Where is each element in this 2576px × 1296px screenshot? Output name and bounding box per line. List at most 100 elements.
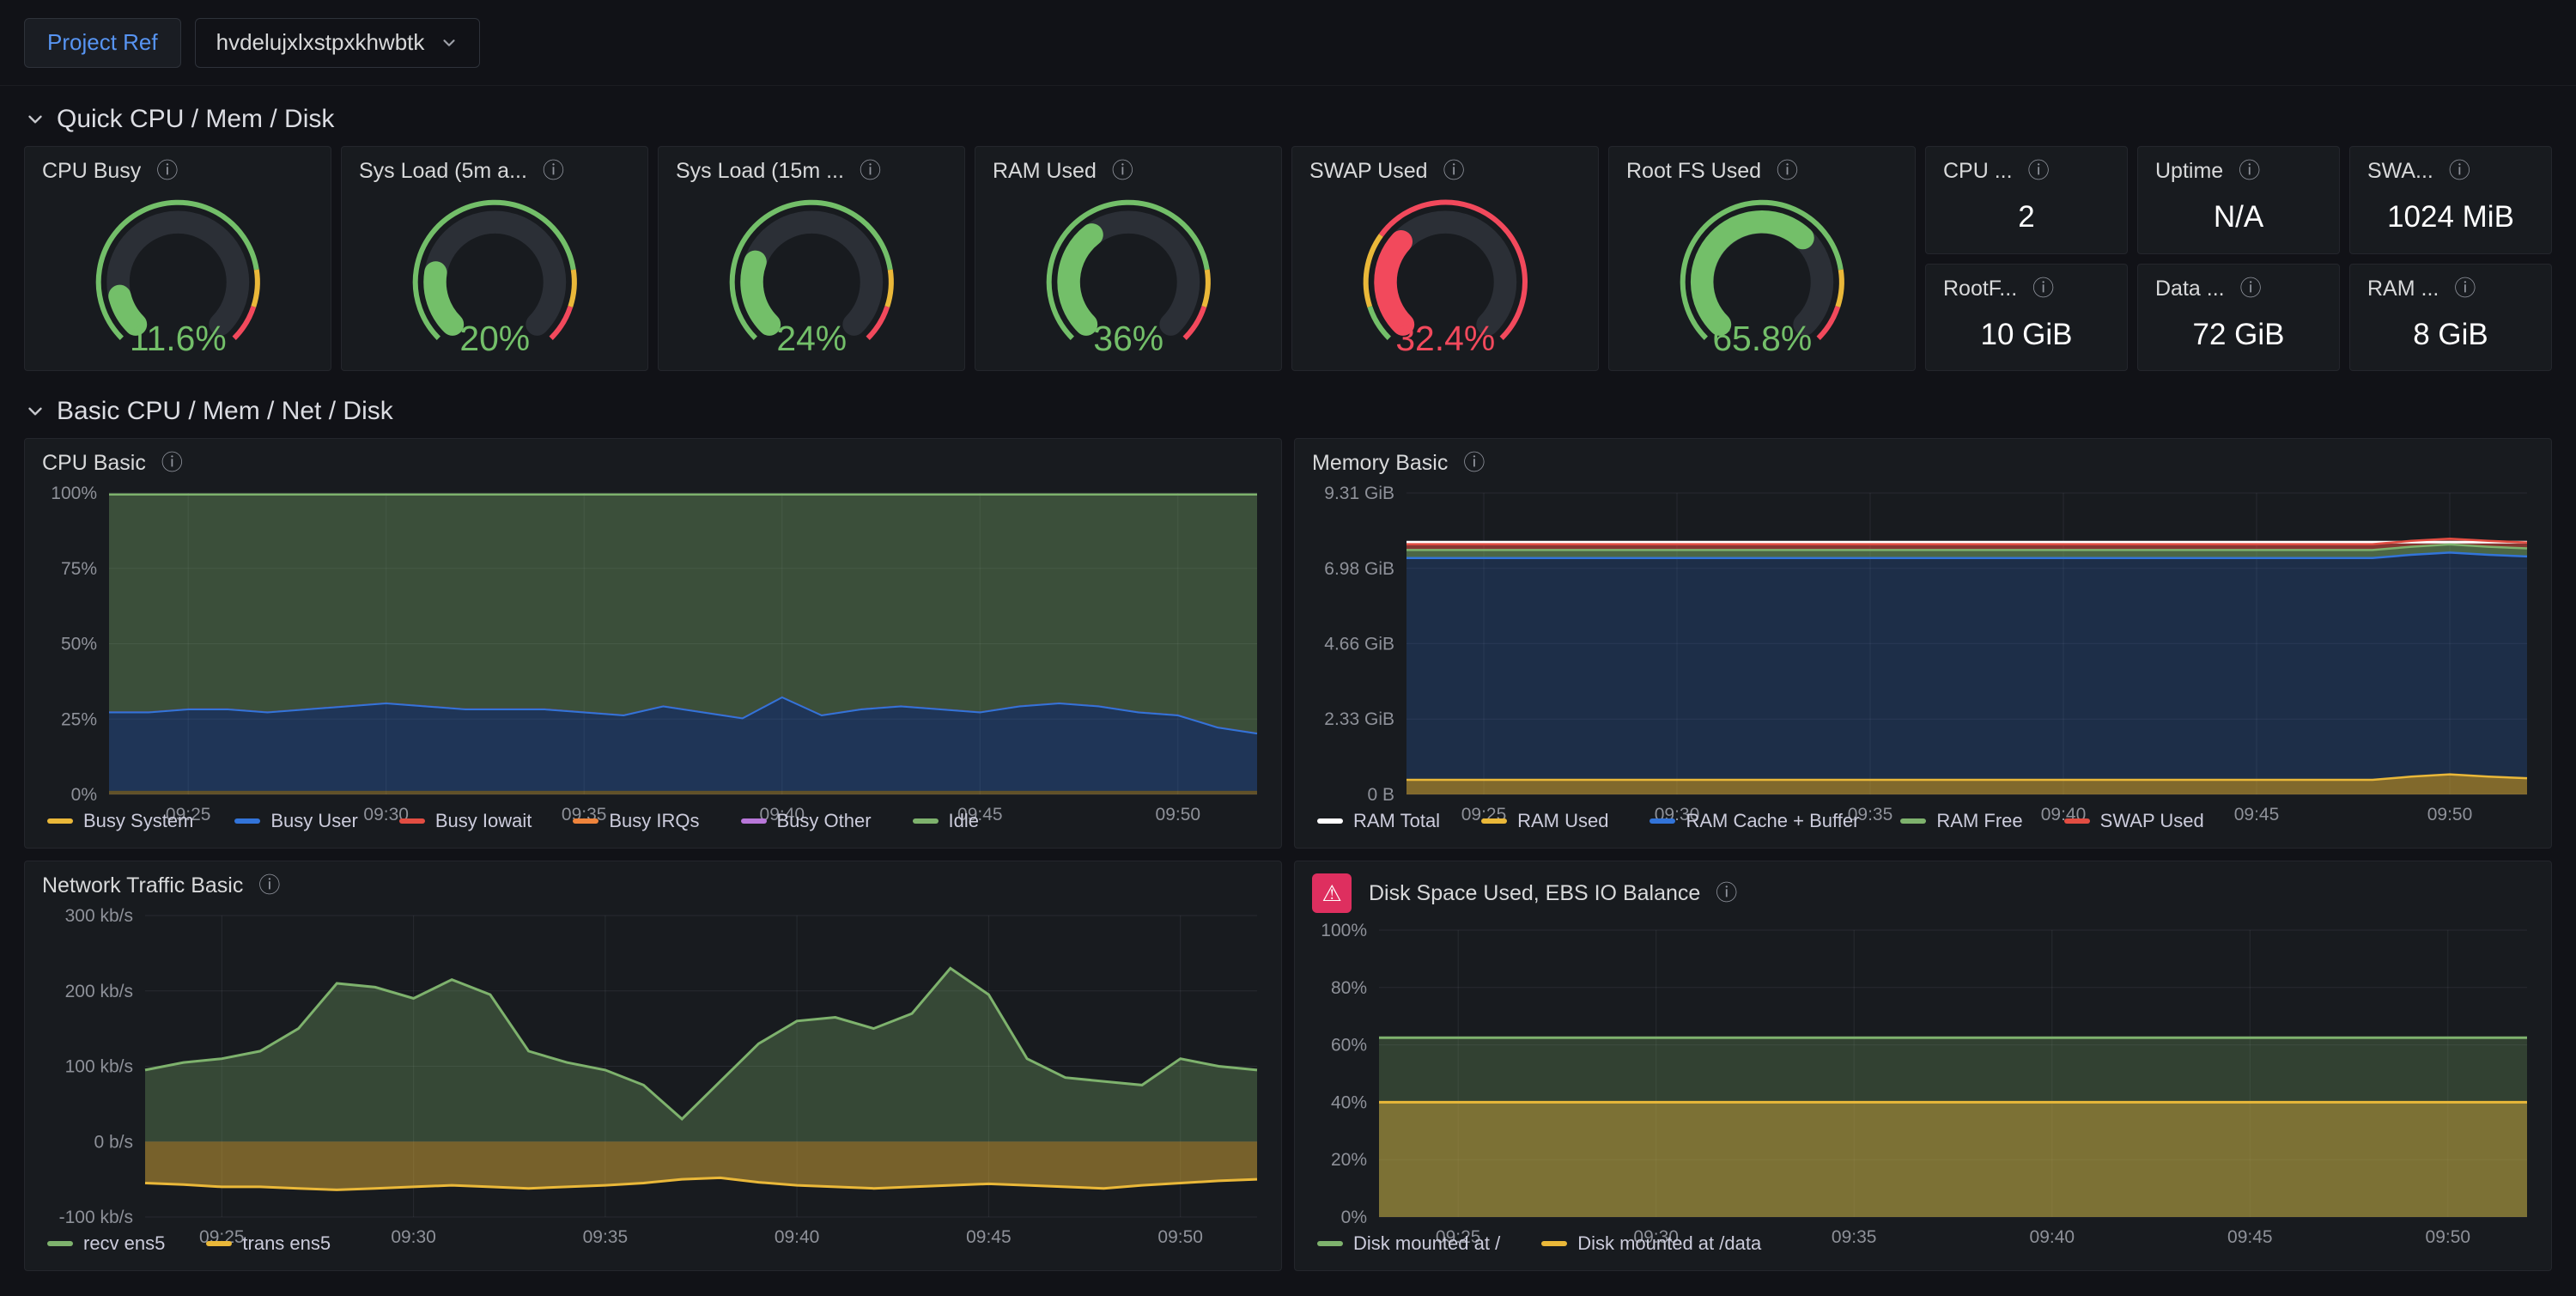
svg-text:4.66 GiB: 4.66 GiB (1324, 634, 1394, 654)
legend-color-mark (1541, 1241, 1567, 1246)
info-icon[interactable]: ⓘ (543, 161, 564, 182)
legend-item[interactable]: Busy System (47, 810, 193, 832)
legend-item[interactable]: Busy Other (741, 810, 872, 832)
panel-title[interactable]: SWA... (2367, 159, 2433, 184)
panel-title[interactable]: CPU Busy (42, 159, 141, 184)
legend-color-mark (1317, 1241, 1343, 1246)
stats-grid: CPU ... ⓘ 2 Uptime ⓘ N/A SWA... ⓘ (1925, 146, 2552, 371)
panel-stat-data-total: Data ... ⓘ 72 GiB (2137, 264, 2340, 372)
panel-stat-swap-total: SWA... ⓘ 1024 MiB (2349, 146, 2552, 254)
info-icon[interactable]: ⓘ (2032, 278, 2054, 300)
project-ref-button[interactable]: Project Ref (24, 18, 181, 68)
legend-item[interactable]: Idle (913, 810, 979, 832)
legend-item[interactable]: RAM Free (1900, 810, 2022, 832)
info-icon[interactable]: ⓘ (2028, 161, 2050, 182)
dashboard-body: Quick CPU / Mem / Disk CPU Busy ⓘ 11.6% … (0, 86, 2576, 1271)
info-icon[interactable]: ⓘ (1112, 161, 1133, 182)
panel-title[interactable]: Root FS Used (1626, 159, 1761, 184)
panel-title[interactable]: Data ... (2155, 277, 2225, 301)
svg-text:25%: 25% (61, 709, 97, 729)
legend-item[interactable]: recv ens5 (47, 1232, 165, 1255)
section-basic-cpu-mem-net-disk[interactable]: Basic CPU / Mem / Net / Disk (24, 397, 2552, 426)
memory-basic-chart[interactable]: 09:2509:3009:3509:4009:4509:500 B2.33 Gi… (1307, 481, 2539, 806)
info-icon[interactable]: ⓘ (156, 161, 178, 182)
svg-text:100%: 100% (51, 484, 97, 503)
project-selector-dropdown[interactable]: hvdelujxlxstpxkhwbtk (195, 18, 481, 68)
legend-label: Disk mounted at / (1353, 1232, 1500, 1255)
info-icon[interactable]: ⓘ (2239, 161, 2260, 182)
panel-stat-rootfs-total: RootF... ⓘ 10 GiB (1925, 264, 2128, 372)
panel-disk-space-ebs-io: ⚠ Disk Space Used, EBS IO Balance ⓘ 09:2… (1294, 861, 2552, 1271)
svg-text:32.4%: 32.4% (1395, 318, 1495, 357)
legend-label: RAM Cache + Buffer (1686, 810, 1859, 832)
disk-space-chart[interactable]: 09:2509:3009:3509:4009:4509:500%20%40%60… (1307, 918, 2539, 1229)
panel-title[interactable]: Network Traffic Basic (42, 873, 243, 898)
panel-title[interactable]: CPU Basic (42, 451, 146, 476)
svg-text:0 B: 0 B (1367, 785, 1394, 805)
legend-item[interactable]: Busy IRQs (573, 810, 699, 832)
info-icon[interactable]: ⓘ (1443, 161, 1465, 182)
chevron-down-icon (440, 33, 459, 52)
panel-title[interactable]: RAM ... (2367, 277, 2439, 301)
panel-title[interactable]: Disk Space Used, EBS IO Balance (1369, 881, 1700, 906)
legend-item[interactable]: RAM Used (1481, 810, 1608, 832)
cpu-basic-legend: Busy System Busy User Busy Iowait Busy IRQs… (25, 806, 1281, 848)
svg-text:-100 kb/s: -100 kb/s (59, 1208, 133, 1227)
info-icon[interactable]: ⓘ (2240, 278, 2262, 300)
svg-text:65.8%: 65.8% (1712, 318, 1812, 357)
legend-item[interactable]: Disk mounted at / (1317, 1232, 1500, 1255)
panel-title[interactable]: Sys Load (5m a... (359, 159, 527, 184)
svg-text:2.33 GiB: 2.33 GiB (1324, 709, 1394, 729)
panel-title[interactable]: Memory Basic (1312, 451, 1448, 476)
svg-text:200 kb/s: 200 kb/s (65, 982, 133, 1001)
legend-item[interactable]: SWAP Used (2064, 810, 2204, 832)
legend-label: RAM Used (1517, 810, 1608, 832)
svg-text:75%: 75% (61, 559, 97, 579)
legend-item[interactable]: Disk mounted at /data (1541, 1232, 1761, 1255)
info-icon[interactable]: ⓘ (1716, 883, 1737, 904)
alert-warning-icon[interactable]: ⚠ (1312, 873, 1352, 913)
svg-text:0%: 0% (1341, 1208, 1367, 1227)
topbar: Project Ref hvdelujxlxstpxkhwbtk (0, 0, 2576, 86)
legend-label: RAM Total (1353, 810, 1440, 832)
legend-label: Busy System (83, 810, 193, 832)
legend-color-mark (1317, 818, 1343, 824)
sys-load-5m-gauge: 20% (342, 189, 647, 370)
panel-network-traffic-basic: Network Traffic Basic ⓘ 09:2509:3009:350… (24, 861, 1282, 1271)
legend-item[interactable]: trans ens5 (206, 1232, 331, 1255)
panel-title[interactable]: CPU ... (1943, 159, 2013, 184)
legend-label: Busy Iowait (435, 810, 532, 832)
info-icon[interactable]: ⓘ (258, 875, 280, 897)
info-icon[interactable]: ⓘ (2454, 278, 2476, 300)
panel-stat-cpu: CPU ... ⓘ 2 (1925, 146, 2128, 254)
legend-color-mark (573, 818, 598, 824)
legend-item[interactable]: Busy Iowait (399, 810, 532, 832)
disk-space-legend: Disk mounted at / Disk mounted at /data (1295, 1229, 2551, 1270)
info-icon[interactable]: ⓘ (161, 453, 183, 474)
panel-title[interactable]: RAM Used (993, 159, 1097, 184)
info-icon[interactable]: ⓘ (1777, 161, 1798, 182)
panel-title[interactable]: Sys Load (15m ... (676, 159, 844, 184)
legend-item[interactable]: RAM Cache + Buffer (1649, 810, 1859, 832)
legend-label: Busy Other (777, 810, 872, 832)
info-icon[interactable]: ⓘ (2449, 161, 2470, 182)
cpu-basic-chart[interactable]: 09:2509:3009:3509:4009:4509:500%25%50%75… (37, 481, 1269, 806)
legend-color-mark (206, 1241, 232, 1246)
legend-color-mark (741, 818, 767, 824)
network-traffic-chart[interactable]: 09:2509:3009:3509:4009:4509:50-100 kb/s0… (37, 904, 1269, 1229)
sys-load-15m-gauge: 24% (659, 189, 964, 370)
svg-text:0%: 0% (71, 785, 97, 805)
stat-value: 10 GiB (1926, 307, 2127, 371)
legend-item[interactable]: RAM Total (1317, 810, 1440, 832)
info-icon[interactable]: ⓘ (1463, 453, 1485, 474)
panel-title[interactable]: RootF... (1943, 277, 2017, 301)
panel-sys-load-15m: Sys Load (15m ... ⓘ 24% (658, 146, 965, 371)
legend-color-mark (47, 818, 73, 824)
legend-item[interactable]: Busy User (234, 810, 357, 832)
svg-text:80%: 80% (1331, 978, 1367, 998)
info-icon[interactable]: ⓘ (860, 161, 881, 182)
panel-title[interactable]: Uptime (2155, 159, 2223, 184)
section-quick-cpu-mem-disk[interactable]: Quick CPU / Mem / Disk (24, 105, 2552, 134)
legend-color-mark (1900, 818, 1926, 824)
panel-title[interactable]: SWAP Used (1309, 159, 1428, 184)
